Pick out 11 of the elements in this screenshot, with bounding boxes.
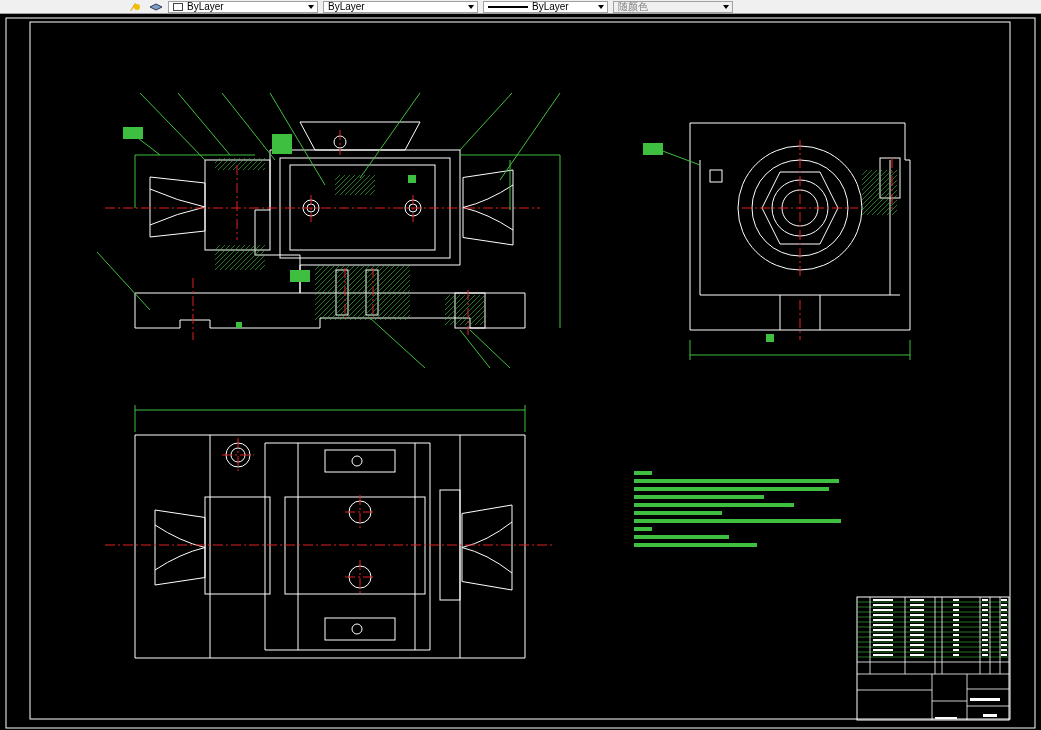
caret-icon[interactable] — [597, 3, 605, 10]
caret-icon[interactable] — [467, 3, 475, 10]
caret-icon[interactable] — [307, 3, 315, 10]
caret-icon[interactable] — [722, 3, 730, 10]
layers-icon[interactable] — [148, 1, 164, 12]
linetype-dropdown[interactable]: ByLayer — [323, 0, 478, 13]
plot-style-dropdown[interactable]: 随颜色 — [613, 0, 733, 13]
lineweight-dropdown[interactable]: ByLayer — [483, 0, 608, 13]
line-sample-icon — [488, 5, 528, 8]
color-swatch-icon — [173, 2, 183, 11]
color-dropdown[interactable]: ByLayer — [168, 0, 318, 13]
